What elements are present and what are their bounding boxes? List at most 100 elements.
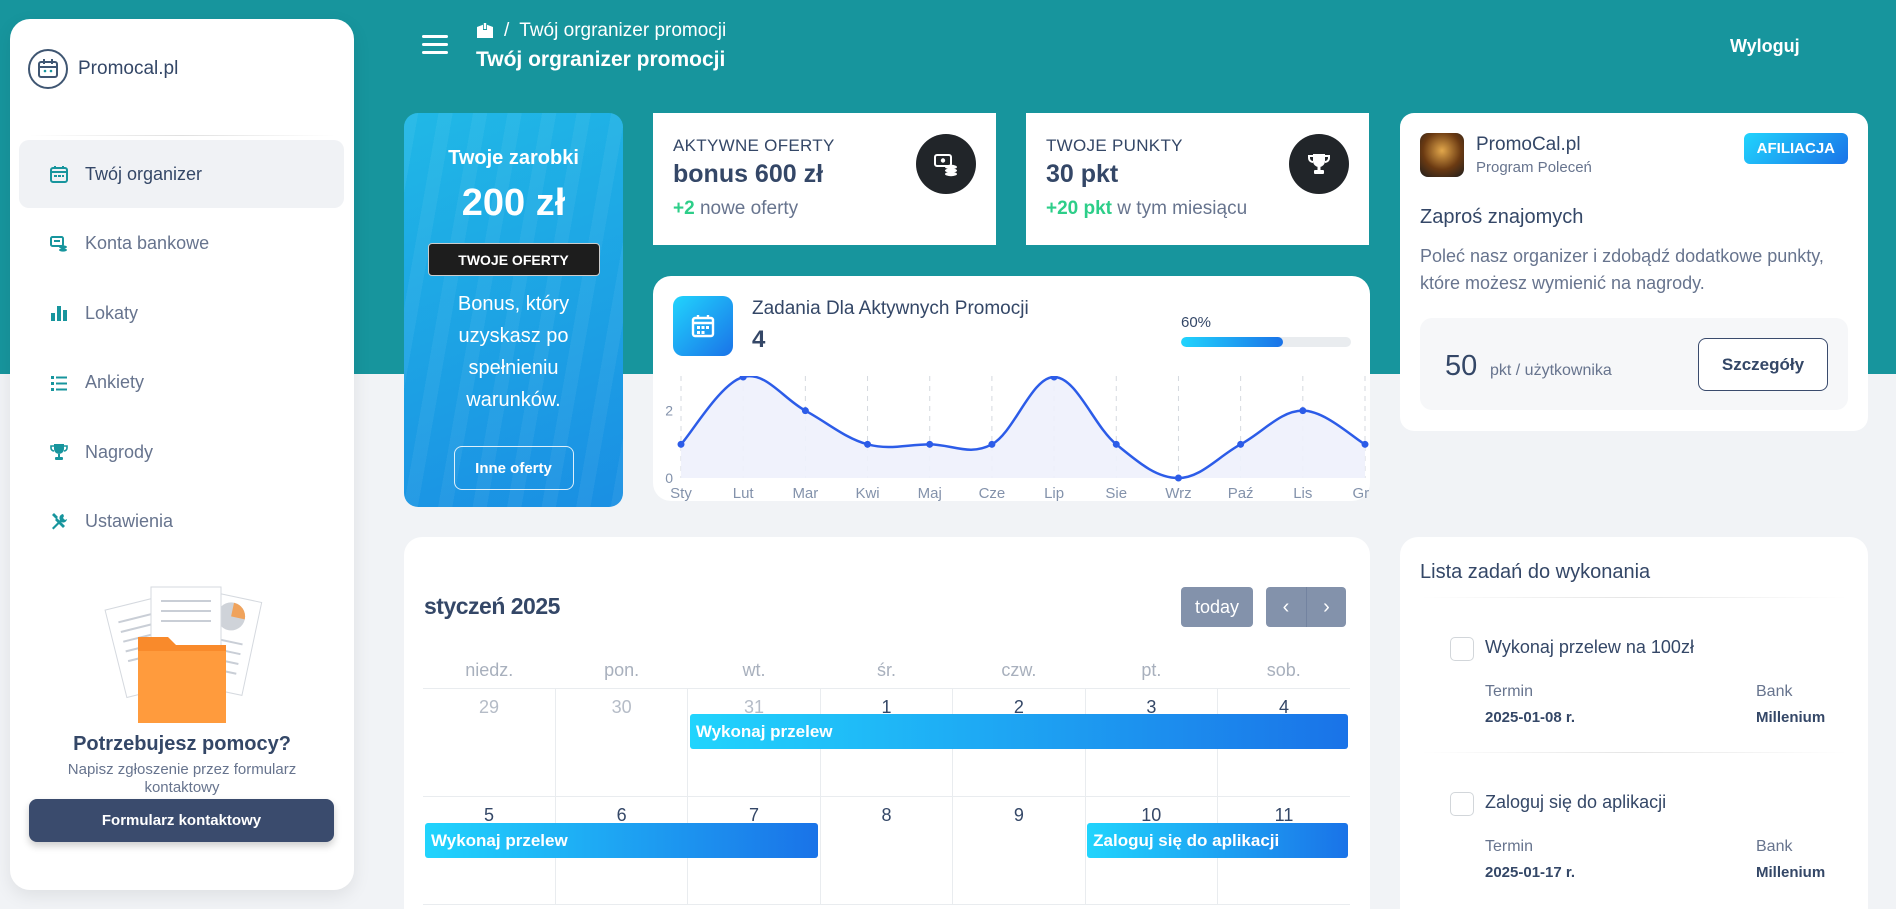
calendar-grid: niedz. pon. wt. śr. czw. pt. sob. 29 30 31 1 2 3 4 5 6…: [423, 654, 1350, 905]
todo-term: 2025-01-08 r.: [1485, 709, 1576, 726]
avatar: [1420, 133, 1464, 177]
menu-toggle-icon[interactable]: [422, 35, 448, 55]
divider: [1420, 752, 1848, 753]
calendar-day[interactable]: 8: [819, 795, 954, 905]
brand-name: Promocal.pl: [78, 58, 179, 79]
todo-term-label: Termin: [1485, 683, 1534, 700]
data-point: [677, 440, 685, 448]
home-box-icon[interactable]: [475, 21, 495, 41]
x-tick-label: Sty: [670, 485, 692, 501]
x-tick-label: Lis: [1293, 485, 1312, 501]
sidebar-item-surveys[interactable]: Ankiety: [19, 349, 344, 417]
calendar-event[interactable]: Wykonaj przelew: [689, 714, 1348, 749]
todo-bank-label: Bank: [1756, 838, 1793, 855]
brand-logo-icon: [28, 49, 68, 89]
details-button[interactable]: Szczegóły: [1698, 338, 1828, 391]
trophy-icon: [1289, 134, 1349, 194]
tasks-line-chart: 0 2 Sty Lut Mar Kwi Maj Cze Lip Sie Wrz Paź Lis Gru: [665, 376, 1370, 501]
your-offers-badge[interactable]: TWOJE OFERTY: [427, 243, 600, 276]
brand[interactable]: Promocal.pl: [28, 49, 178, 89]
sidebar-item-bank-accounts[interactable]: Konta bankowe: [19, 210, 344, 278]
calendar-day[interactable]: 30: [554, 687, 689, 797]
data-point: [801, 407, 809, 415]
affiliate-text: Poleć nasz organizer i zdobądź dodatkowe…: [1420, 246, 1824, 293]
help-title: Potrzebujesz pomocy?: [73, 733, 291, 755]
divider: [28, 135, 336, 136]
stat-value: 30 pkt: [1046, 160, 1119, 188]
data-point: [1174, 474, 1182, 482]
x-tick-label: Sie: [1105, 485, 1127, 501]
todo-checkbox[interactable]: [1450, 637, 1474, 661]
affiliate-points: 50: [1445, 350, 1478, 382]
calendar-day[interactable]: 9: [952, 795, 1086, 905]
list-icon: [48, 372, 70, 394]
y-tick-label: 2: [665, 403, 673, 419]
calendar-event[interactable]: Zaloguj się do aplikacji: [1087, 823, 1348, 858]
tasks-label: Zadania Dla Aktywnych Promocji: [752, 298, 1029, 319]
sidebar-item-label: Twój organizer: [85, 163, 203, 184]
affiliate-card: PromoCal.pl Program Poleceń AFILIACJA Za…: [1400, 113, 1868, 431]
todo-title: Wykonaj przelew na 100zł: [1485, 637, 1694, 657]
stat-value: bonus 600 zł: [673, 160, 824, 188]
data-point: [1237, 440, 1245, 448]
x-tick-label: Paź: [1228, 485, 1254, 501]
affiliate-badge: AFILIACJA: [1743, 133, 1848, 164]
weekday-header: wt.: [742, 660, 766, 681]
next-month-button[interactable]: ›: [1306, 587, 1346, 627]
tasks-count: 4: [752, 326, 766, 353]
data-point: [1112, 440, 1120, 448]
weekday-header: śr.: [876, 660, 896, 681]
weekday-header: sob.: [1266, 660, 1301, 681]
sidebar-item-organizer[interactable]: Twój organizer: [19, 140, 344, 208]
affiliate-points-unit: pkt / użytkownika: [1490, 362, 1612, 379]
earnings-description: Bonus, który uzyskasz po spełnieniu waru…: [457, 293, 570, 411]
page-title: Twój orgranizer promocji: [476, 48, 726, 71]
data-point: [1361, 440, 1369, 448]
bar-chart-icon: [48, 302, 70, 324]
todo-checkbox[interactable]: [1450, 792, 1474, 816]
affiliate-program: Program Poleceń: [1476, 159, 1592, 176]
breadcrumb: / Twój orgranizer promocji: [475, 20, 726, 42]
contact-form-button[interactable]: Formularz kontaktowy: [29, 799, 334, 842]
divider: [1420, 597, 1848, 598]
logout-link[interactable]: Wyloguj: [1730, 36, 1800, 57]
prev-month-button[interactable]: ‹: [1266, 587, 1306, 627]
data-point: [1299, 407, 1307, 415]
active-offers-card: AKTYWNE OFERTY bonus 600 zł +2 nowe ofer…: [653, 113, 996, 245]
breadcrumb-separator: /: [504, 20, 510, 41]
progress-bar: [1181, 337, 1351, 347]
breadcrumb-current: Twój orgranizer promocji: [519, 20, 727, 41]
sidebar-item-label: Nagrody: [85, 441, 154, 462]
x-tick-label: Maj: [918, 485, 942, 501]
calendar-day[interactable]: 29: [423, 687, 556, 797]
calendar-title: styczeń 2025: [424, 593, 560, 619]
other-offers-button[interactable]: Inne oferty: [453, 446, 574, 490]
folder-illustration-icon: [104, 586, 263, 723]
sidebar-item-rewards[interactable]: Nagrody: [19, 418, 344, 486]
data-point: [988, 440, 996, 448]
calendar-icon: [48, 163, 70, 185]
x-tick-label: Wrz: [1165, 485, 1191, 501]
earnings-card: Twoje zarobki 200 zł TWOJE OFERTY Bonus,…: [404, 113, 623, 507]
series-area: [681, 376, 1365, 478]
affiliate-name: PromoCal.pl: [1476, 134, 1581, 155]
x-tick-label: Mar: [792, 485, 818, 501]
data-point: [926, 440, 934, 448]
todo-term: 2025-01-17 r.: [1485, 864, 1576, 881]
todo-title: Lista zadań do wykonania: [1420, 561, 1651, 583]
stat-delta: +2 nowe oferty: [673, 198, 799, 219]
x-tick-label: Kwi: [855, 485, 879, 501]
today-button[interactable]: today: [1181, 587, 1253, 627]
x-tick-label: Gru: [1352, 485, 1370, 501]
sidebar-item-deposits[interactable]: Lokaty: [19, 279, 344, 347]
sidebar-nav: Twój organizer Konta bankowe Lokaty Anki…: [19, 140, 344, 557]
help-subtitle: Napisz zgłoszenie przez formularz kontak…: [67, 761, 297, 796]
todo-term-label: Termin: [1485, 838, 1534, 855]
sidebar-item-settings[interactable]: Ustawienia: [19, 488, 344, 556]
weekday-header: niedz.: [465, 660, 514, 681]
calendar-event[interactable]: Wykonaj przelew: [425, 823, 819, 858]
tasks-chart-card: Zadania Dla Aktywnych Promocji 4 60% 0 2 S…: [653, 276, 1370, 501]
todo-card: Lista zadań do wykonania Wykonaj przelew…: [1400, 537, 1868, 909]
sidebar-item-label: Konta bankowe: [85, 233, 210, 253]
bank-accounts-icon: [48, 233, 70, 255]
